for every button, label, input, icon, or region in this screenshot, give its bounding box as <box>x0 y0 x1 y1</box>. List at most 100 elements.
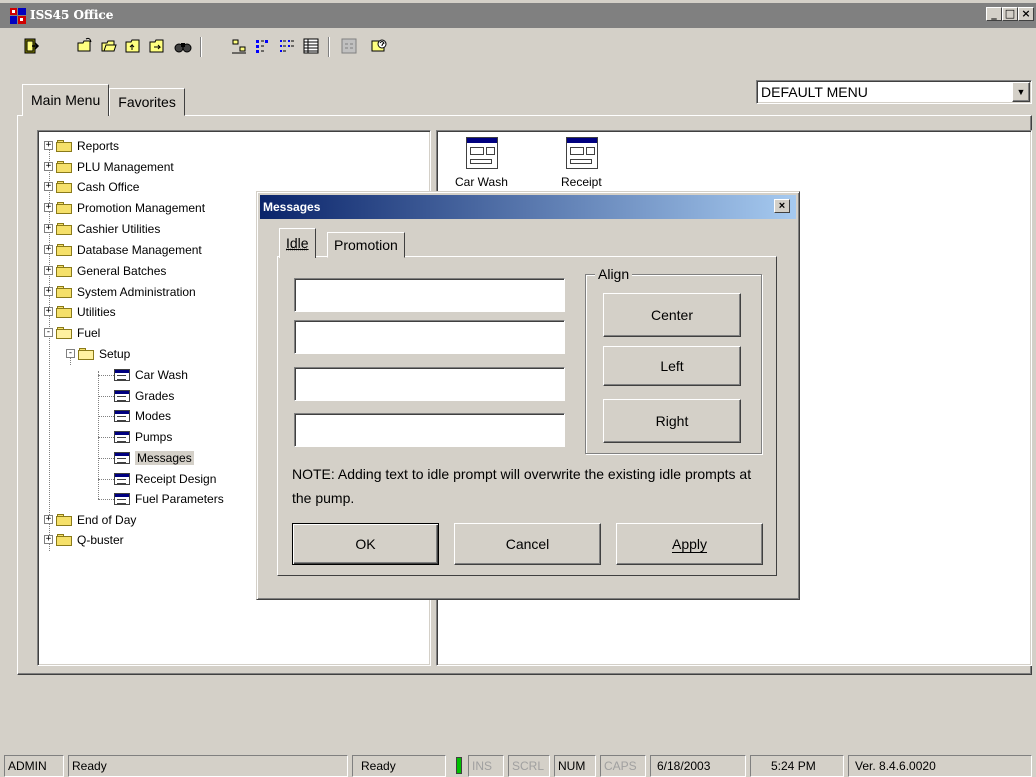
align-left-button[interactable]: Left <box>603 346 741 386</box>
expand-icon[interactable]: + <box>44 535 53 544</box>
message-line-1-input[interactable] <box>294 278 565 312</box>
tab-idle[interactable]: Idle <box>279 228 316 258</box>
grid-icon[interactable] <box>338 35 360 57</box>
tree-item-pumps[interactable]: Pumps <box>114 426 172 447</box>
tree-item-utilities[interactable]: + Utilities <box>44 301 116 322</box>
tree-branch-line <box>98 396 114 397</box>
tree-item-label: Database Management <box>77 242 202 257</box>
tree-item-fuel[interactable]: - Fuel <box>44 322 100 343</box>
message-line-2-input[interactable] <box>294 320 565 354</box>
tree-item-label: Grades <box>135 388 175 403</box>
tree-item-setup[interactable]: - Setup <box>66 343 130 364</box>
tab-promotion[interactable]: Promotion <box>327 232 405 258</box>
tree-item-system-administration[interactable]: + System Administration <box>44 281 196 302</box>
help-icon[interactable] <box>368 35 390 57</box>
receipt-form-icon[interactable] <box>566 137 598 169</box>
expand-icon[interactable]: + <box>44 245 53 254</box>
car-wash-form-icon[interactable] <box>466 137 498 169</box>
tree-item-label: Utilities <box>77 304 116 319</box>
menu-select-value: DEFAULT MENU <box>761 84 868 100</box>
tree-item-end-of-day[interactable]: + End of Day <box>44 509 136 530</box>
tree-item-database-management[interactable]: + Database Management <box>44 239 202 260</box>
collapse-icon[interactable]: - <box>44 328 53 337</box>
go-up-icon[interactable] <box>122 35 144 57</box>
open-folder-icon <box>78 347 94 360</box>
list-view-icon[interactable] <box>276 35 298 57</box>
tree-branch-line <box>98 416 114 417</box>
expand-icon[interactable]: + <box>44 224 53 233</box>
tree-item-label: Fuel Parameters <box>135 491 224 506</box>
icon-label: Car Wash <box>455 175 508 189</box>
toolbar-separator <box>328 37 330 57</box>
window-title: ISS45 Office <box>30 8 114 22</box>
tree-item-receipt-design[interactable]: Receipt Design <box>114 468 216 489</box>
expand-icon[interactable]: + <box>44 515 53 524</box>
tree-item-cashier-utilities[interactable]: + Cashier Utilities <box>44 218 160 239</box>
align-center-button[interactable]: Center <box>603 293 741 337</box>
tree-item-car-wash[interactable]: Car Wash <box>114 364 188 385</box>
open-folder-icon[interactable] <box>98 35 120 57</box>
tree-item-reports[interactable]: + Reports <box>44 135 119 156</box>
dialog-title: Messages <box>263 200 321 214</box>
dialog-title-bar[interactable]: Messages × <box>260 195 796 219</box>
tree-item-label-selected: Messages <box>135 450 194 465</box>
expand-icon[interactable]: + <box>44 141 53 150</box>
expand-icon[interactable]: + <box>44 307 53 316</box>
tree-item-general-batches[interactable]: + General Batches <box>44 260 166 281</box>
tree-item-grades[interactable]: Grades <box>114 385 174 406</box>
tree-item-cash-office[interactable]: + Cash Office <box>44 176 139 197</box>
maximize-button[interactable]: □ <box>1002 7 1018 21</box>
minimize-button[interactable]: _ <box>986 7 1002 21</box>
tree-branch-line <box>98 479 114 480</box>
tab-idle-label: Idle <box>286 235 309 251</box>
align-right-button[interactable]: Right <box>603 399 741 443</box>
close-button[interactable]: × <box>1018 7 1034 21</box>
collapse-icon[interactable]: - <box>66 349 75 358</box>
tree-item-modes[interactable]: Modes <box>114 405 171 426</box>
large-icons-view-icon[interactable] <box>228 35 250 57</box>
tree-item-label: Car Wash <box>135 367 188 382</box>
back-icon[interactable] <box>146 35 168 57</box>
expand-icon[interactable]: + <box>44 266 53 275</box>
details-view-icon[interactable] <box>300 35 322 57</box>
tab-main-menu[interactable]: Main Menu <box>22 84 110 116</box>
form-icon <box>114 430 130 443</box>
num-indicator: NUM <box>554 755 596 777</box>
exit-icon[interactable] <box>20 35 42 57</box>
find-icon[interactable] <box>172 35 194 57</box>
form-icon <box>114 451 130 464</box>
folder-icon <box>56 305 72 318</box>
apply-button[interactable]: Apply <box>616 523 763 565</box>
tab-favorites[interactable]: Favorites <box>109 88 185 116</box>
message-line-4-input[interactable] <box>294 413 565 447</box>
messages-dialog: Messages × Idle Promotion Align Center L… <box>256 191 800 600</box>
folder-icon <box>56 180 72 193</box>
ok-button[interactable]: OK <box>292 523 439 565</box>
tree-branch-line <box>98 458 114 459</box>
close-icon[interactable]: × <box>774 199 790 213</box>
tree-branch-line <box>98 499 114 500</box>
status-message-2: Ready <box>352 755 446 777</box>
form-icon <box>114 492 130 505</box>
tree-item-promotion-management[interactable]: + Promotion Management <box>44 197 205 218</box>
open-icon[interactable] <box>74 35 96 57</box>
main-tabs: Main Menu Favorites <box>22 84 185 116</box>
tree-item-label: Receipt Design <box>135 471 217 486</box>
message-line-3-input[interactable] <box>294 367 565 401</box>
cancel-button[interactable]: Cancel <box>454 523 601 565</box>
tree-item-messages[interactable]: Messages <box>114 447 194 468</box>
small-icons-view-icon[interactable] <box>252 35 274 57</box>
chevron-down-icon[interactable]: ▼ <box>1012 82 1030 102</box>
expand-icon[interactable]: + <box>44 287 53 296</box>
tree-item-fuel-parameters[interactable]: Fuel Parameters <box>114 488 224 509</box>
tree-item-label: System Administration <box>77 284 196 299</box>
status-version: Ver. 8.4.6.0020 <box>848 755 1032 777</box>
expand-icon[interactable]: + <box>44 182 53 191</box>
status-bar: ADMIN Ready Ready INS SCRL NUM CAPS 6/18… <box>0 753 1036 777</box>
tree-item-q-buster[interactable]: + Q-buster <box>44 529 124 550</box>
expand-icon[interactable]: + <box>44 162 53 171</box>
menu-select[interactable]: DEFAULT MENU ▼ <box>756 80 1032 104</box>
scrl-indicator: SCRL <box>508 755 550 777</box>
expand-icon[interactable]: + <box>44 203 53 212</box>
tree-item-plu-management[interactable]: + PLU Management <box>44 156 174 177</box>
